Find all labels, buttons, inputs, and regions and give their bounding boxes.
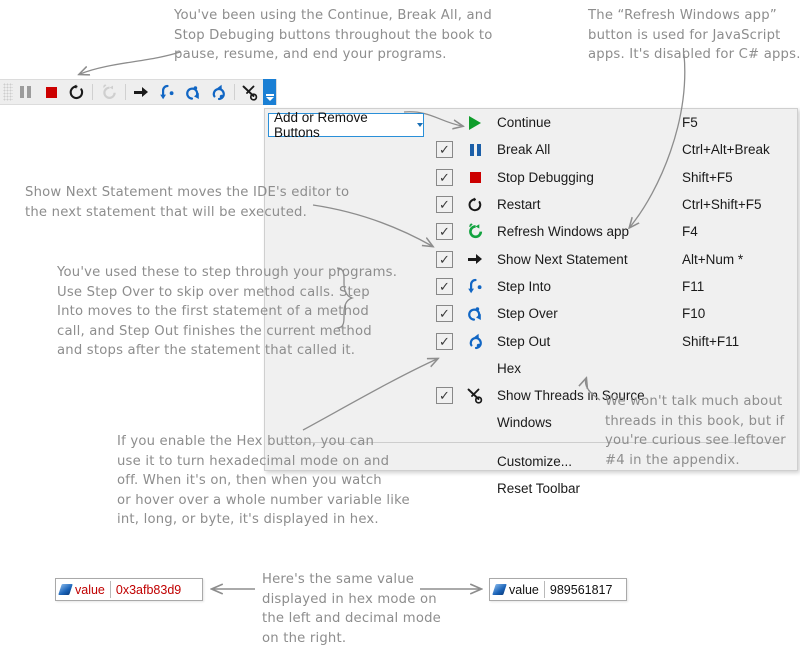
step-over-icon	[185, 85, 199, 100]
menu-item-shortcut: F4	[682, 224, 698, 240]
annotation-stepping: You've used these to step through your p…	[57, 265, 398, 358]
menu-item-label: Step Out	[497, 333, 551, 349]
menu-item-label: Stop Debugging	[497, 169, 594, 185]
menu-item-refresh-windows-app[interactable]: ✓ Refresh Windows app F4	[265, 218, 797, 245]
watch-variable-value: 989561817	[549, 582, 613, 597]
toolbar-button-restart[interactable]	[64, 80, 90, 104]
watch-variable-name: value	[75, 582, 105, 597]
menu-item-label: Customize...	[497, 453, 573, 469]
annotation-show-next-statement: Show Next Statement moves the IDE's edit…	[25, 185, 350, 220]
menu-item-break-all[interactable]: ✓ Break All Ctrl+Alt+Break	[265, 136, 797, 163]
watch-variable-name: value	[509, 582, 539, 597]
menu-item-shortcut: Ctrl+Shift+F5	[682, 197, 762, 213]
annotation-top-left: You've been using the Continue, Break Al…	[174, 8, 493, 62]
annotation-values: Here's the same value displayed in hex m…	[262, 572, 441, 646]
menu-item-checkbox[interactable]: ✓	[436, 277, 453, 295]
toolbar-button-step-into[interactable]	[154, 80, 180, 104]
toolbar-button-step-out[interactable]	[205, 80, 231, 104]
watch-variable-value: 0x3afb83d9	[115, 582, 182, 597]
menu-item-shortcut: F10	[682, 306, 706, 322]
toolbar-separator	[124, 84, 126, 100]
show-threads-icon	[465, 386, 485, 406]
toolbar-button-show-threads-in-source[interactable]	[238, 80, 264, 104]
play-icon	[465, 113, 485, 133]
stop-icon	[465, 167, 485, 187]
chevron-down-icon	[417, 123, 423, 127]
add-or-remove-buttons-label: Add or Remove Buttons	[274, 110, 368, 140]
add-or-remove-buttons-header[interactable]: Add or Remove Buttons	[268, 110, 424, 140]
menu-item-shortcut: Ctrl+Alt+Break	[682, 142, 770, 158]
step-out-icon	[465, 331, 485, 351]
restart-icon	[69, 84, 84, 99]
pause-icon	[465, 140, 485, 160]
menu-item-label: Continue	[497, 115, 552, 131]
show-next-statement-icon	[465, 249, 485, 269]
menu-item-shortcut: Alt+Num *	[682, 251, 744, 267]
toolbar-button-step-over[interactable]	[180, 80, 206, 104]
toolbar-button-stop-debugging[interactable]	[38, 80, 64, 104]
toolbar-separator	[92, 84, 94, 100]
annotation-top-right: The “Refresh Windows app” button is used…	[588, 8, 800, 62]
menu-item-label: Hex	[497, 360, 522, 376]
watch-value-hex: value 0x3afb83d9	[55, 578, 203, 601]
menu-item-shortcut: Shift+F11	[682, 333, 740, 349]
step-over-icon	[465, 304, 485, 324]
menu-item-checkbox[interactable]: ✓	[436, 223, 453, 241]
step-into-icon	[160, 84, 174, 99]
menu-item-checkbox[interactable]	[436, 414, 453, 431]
menu-item-label: Restart	[497, 197, 541, 213]
menu-item-checkbox[interactable]	[436, 360, 453, 377]
toolbar-drag-handle[interactable]	[3, 83, 13, 101]
toolbar-button-show-next-statement[interactable]	[129, 80, 155, 104]
menu-item-checkbox[interactable]: ✓	[436, 196, 453, 214]
menu-item-shortcut: F5	[682, 115, 698, 131]
menu-item-label: Reset Toolbar	[497, 481, 581, 496]
menu-item-checkbox[interactable]: ✓	[436, 332, 453, 350]
menu-item-label: Step Over	[497, 306, 558, 322]
watch-value-decimal: value 989561817	[489, 578, 627, 601]
menu-item-shortcut: Shift+F5	[682, 169, 733, 185]
toolbar-overflow-button[interactable]	[263, 79, 277, 105]
annotation-hex: If you enable the Hex button, you can us…	[117, 434, 410, 527]
menu-item-shortcut: F11	[682, 278, 705, 294]
variable-diamond-icon	[492, 584, 507, 595]
menu-item-checkbox[interactable]: ✓	[436, 305, 453, 323]
menu-item-label: Step Into	[497, 278, 552, 294]
annotation-threads: We won't talk much about threads in this…	[605, 394, 786, 468]
show-threads-icon	[242, 85, 258, 101]
menu-item-label: Refresh Windows app	[497, 224, 630, 240]
menu-item-checkbox[interactable]: ✓	[436, 141, 453, 159]
menu-item-checkbox[interactable]	[436, 114, 453, 131]
debug-toolbar	[0, 79, 277, 105]
refresh-windows-app-icon	[465, 222, 485, 242]
refresh-windows-app-icon	[102, 83, 116, 99]
toolbar-button-refresh-windows-app[interactable]	[96, 80, 122, 104]
variable-diamond-icon	[58, 584, 73, 595]
toolbar-button-break-all[interactable]	[13, 80, 39, 104]
toolbar-separator	[233, 84, 235, 100]
step-out-icon	[212, 84, 225, 100]
menu-item-label: Windows	[497, 415, 552, 431]
menu-item-label: Break All	[497, 142, 551, 158]
menu-item-checkbox[interactable]: ✓	[436, 250, 453, 268]
menu-item-checkbox[interactable]: ✓	[436, 168, 453, 186]
restart-icon	[465, 195, 485, 215]
menu-item-label: Show Next Statement	[497, 251, 628, 267]
step-into-icon	[465, 276, 485, 296]
menu-item-checkbox[interactable]: ✓	[436, 387, 453, 405]
